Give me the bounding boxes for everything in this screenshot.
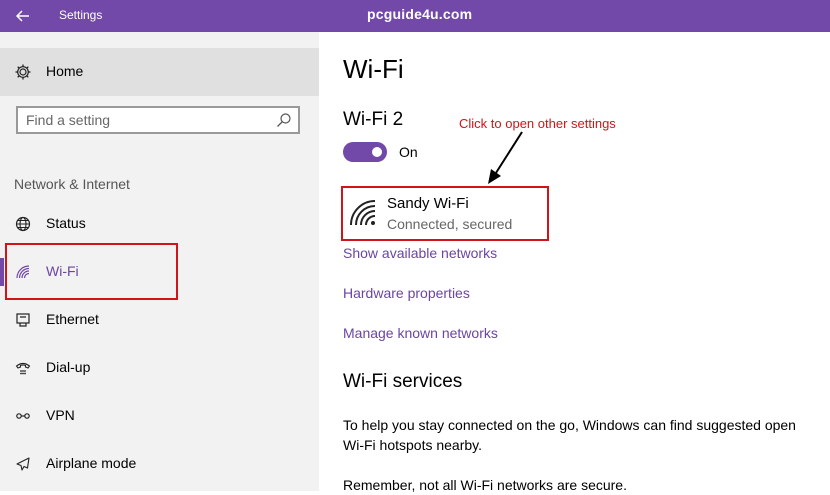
sidebar-item-label: Status	[46, 215, 86, 231]
wifi-services-heading: Wi-Fi services	[343, 371, 463, 392]
sidebar-item-vpn[interactable]: VPN	[0, 396, 319, 436]
section-label: Network & Internet	[14, 176, 130, 192]
ethernet-icon	[14, 311, 32, 329]
network-ssid: Sandy Wi-Fi	[387, 195, 469, 212]
airplane-icon	[14, 455, 32, 473]
watermark-text: pcguide4u.com	[367, 6, 473, 22]
gear-icon	[13, 62, 33, 82]
sidebar-item-label: VPN	[46, 407, 75, 423]
adapter-name: Wi-Fi 2	[343, 109, 404, 130]
active-indicator	[0, 258, 4, 286]
wifi-toggle[interactable]	[343, 142, 387, 162]
back-button[interactable]	[0, 0, 46, 32]
main-content: Wi-Fi Wi-Fi 2 On Click to open other set…	[319, 32, 830, 493]
title-bar: Settings pcguide4u.com	[0, 0, 830, 32]
security-note: Remember, not all Wi-Fi networks are sec…	[343, 477, 627, 493]
toggle-state-label: On	[399, 144, 418, 160]
search-input[interactable]	[26, 111, 266, 129]
page-title: Wi-Fi	[343, 54, 404, 84]
wifi-services-description: To help you stay connected on the go, Wi…	[343, 417, 796, 453]
search-icon[interactable]	[276, 112, 292, 128]
sidebar-item-home[interactable]: Home	[0, 48, 319, 96]
home-label: Home	[46, 63, 84, 79]
hardware-properties-link[interactable]: Hardware properties	[343, 285, 470, 301]
sidebar-item-airplane-mode[interactable]: Airplane mode	[0, 444, 319, 484]
search-box	[16, 106, 300, 134]
network-sandy-wifi[interactable]: Sandy Wi-Fi Connected, secured	[341, 186, 549, 241]
globe-icon	[14, 215, 32, 233]
sidebar-item-label: Dial-up	[46, 359, 91, 375]
highlight-box-wifi	[5, 243, 178, 300]
wifi-signal-icon	[350, 200, 376, 226]
sidebar-item-label: Ethernet	[46, 311, 99, 327]
annotation-arrow-icon	[488, 131, 523, 184]
arrow-left-icon	[16, 10, 29, 22]
sidebar-item-ethernet[interactable]: Ethernet	[0, 300, 319, 340]
annotation-text: Click to open other settings	[459, 116, 616, 131]
vpn-icon	[14, 407, 32, 425]
toggle-knob	[372, 147, 382, 157]
network-status: Connected, secured	[387, 216, 513, 232]
app-title: Settings	[59, 8, 103, 22]
sidebar-item-status[interactable]: Status	[0, 204, 319, 244]
manage-known-networks-link[interactable]: Manage known networks	[343, 325, 498, 341]
sidebar-item-dialup[interactable]: Dial-up	[0, 348, 319, 388]
dialup-icon	[14, 359, 32, 377]
sidebar-item-label: Airplane mode	[46, 455, 137, 471]
show-available-networks-link[interactable]: Show available networks	[343, 245, 497, 261]
